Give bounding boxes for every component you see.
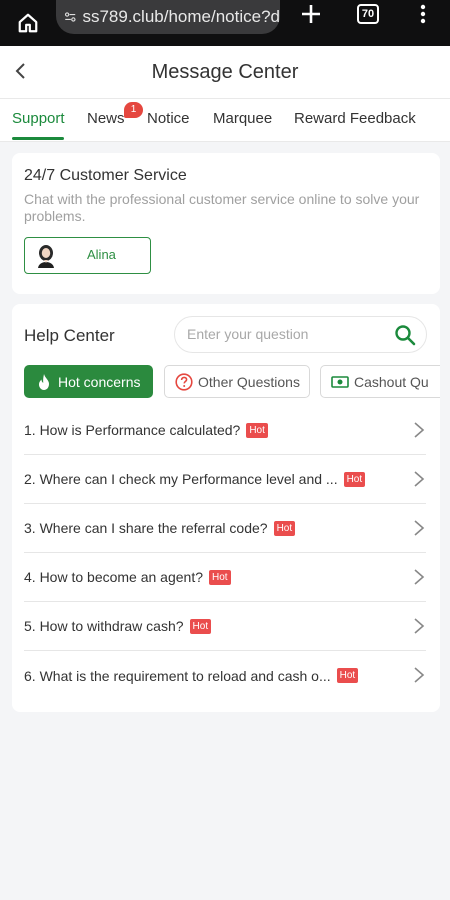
faq-question: 4. How to become an agent? xyxy=(24,569,204,585)
chevron-right-icon xyxy=(414,667,425,683)
hot-badge: Hot xyxy=(343,471,366,487)
browser-menu-button[interactable] xyxy=(410,0,436,28)
news-unread-badge: 1 xyxy=(124,102,143,118)
category-hot-concerns[interactable]: Hot concerns xyxy=(24,365,153,398)
browser-toolbar: ss789.club/home/notice?d 70 xyxy=(0,0,450,46)
tab-reward-feedback[interactable]: Reward Feedback xyxy=(294,99,416,141)
cash-icon xyxy=(331,375,349,388)
category-cashout-questions[interactable]: Cashout Qu xyxy=(320,365,440,398)
site-settings-icon[interactable] xyxy=(64,8,76,26)
tab-news[interactable]: News xyxy=(87,99,125,141)
faq-item[interactable]: 6. What is the requirement to reload and… xyxy=(24,651,426,700)
chevron-right-icon xyxy=(414,569,425,585)
hot-badge: Hot xyxy=(189,618,212,634)
active-tab-indicator xyxy=(12,137,64,140)
faq-item[interactable]: 3. Where can I share the referral code? … xyxy=(24,504,426,553)
faq-item[interactable]: 4. How to become an agent? Hot xyxy=(24,553,426,602)
new-tab-button[interactable] xyxy=(296,0,326,28)
agent-name: Alina xyxy=(87,247,116,262)
faq-list: 1. How is Performance calculated? Hot 2.… xyxy=(24,406,426,700)
faq-question: 2. Where can I check my Performance leve… xyxy=(24,471,338,487)
question-search-box xyxy=(174,316,427,353)
faq-question: 3. Where can I share the referral code? xyxy=(24,520,268,536)
hot-badge: Hot xyxy=(209,569,231,585)
tab-notice[interactable]: Notice xyxy=(147,99,190,141)
customer-service-card: 24/7 Customer Service Chat with the prof… xyxy=(12,153,440,294)
flame-icon xyxy=(39,373,49,390)
home-icon xyxy=(18,13,38,33)
message-tabs: Support News Notice Marquee Reward Feedb… xyxy=(0,98,450,142)
back-button[interactable] xyxy=(8,56,32,86)
hot-badge: Hot xyxy=(246,422,268,438)
tab-switcher-button[interactable]: 70 xyxy=(357,4,379,24)
category-other-questions[interactable]: Other Questions xyxy=(164,365,310,398)
plus-icon xyxy=(302,5,320,23)
customer-service-description: Chat with the professional customer serv… xyxy=(24,191,420,224)
home-button[interactable] xyxy=(0,0,56,46)
chat-agent-button[interactable]: Alina xyxy=(24,237,151,274)
help-center-card: Help Center Hot concerns Other Questions… xyxy=(12,304,440,712)
chevron-right-icon xyxy=(414,422,425,438)
chevron-right-icon xyxy=(414,520,425,536)
faq-item[interactable]: 5. How to withdraw cash? Hot xyxy=(24,602,426,651)
faq-question: 6. What is the requirement to reload and… xyxy=(24,667,331,684)
help-center-title: Help Center xyxy=(24,326,115,345)
page-header: Message Center xyxy=(0,46,450,98)
chevron-right-icon xyxy=(414,618,425,634)
url-text: ss789.club/home/notice?d xyxy=(82,7,280,26)
category-label: Hot concerns xyxy=(58,373,141,390)
page-title: Message Center xyxy=(151,60,299,83)
faq-question: 1. How is Performance calculated? xyxy=(24,422,241,438)
hot-badge: Hot xyxy=(336,668,359,683)
tab-marquee[interactable]: Marquee xyxy=(213,99,272,141)
address-bar[interactable]: ss789.club/home/notice?d xyxy=(56,0,280,34)
search-icon[interactable] xyxy=(394,324,416,346)
category-label: Other Questions xyxy=(198,373,300,390)
agent-avatar xyxy=(38,245,54,268)
faq-item[interactable]: 2. Where can I check my Performance leve… xyxy=(24,455,426,504)
question-circle-icon xyxy=(175,372,193,391)
more-vertical-icon xyxy=(420,4,426,24)
customer-service-title: 24/7 Customer Service xyxy=(24,167,187,184)
category-label: Cashout Qu xyxy=(354,373,429,390)
faq-question: 5. How to withdraw cash? xyxy=(24,618,184,634)
faq-item[interactable]: 1. How is Performance calculated? Hot xyxy=(24,406,426,455)
question-search-input[interactable] xyxy=(187,326,387,342)
chevron-left-icon xyxy=(15,63,25,79)
hot-badge: Hot xyxy=(273,520,296,536)
chevron-right-icon xyxy=(414,471,425,487)
tab-support[interactable]: Support xyxy=(12,99,65,141)
